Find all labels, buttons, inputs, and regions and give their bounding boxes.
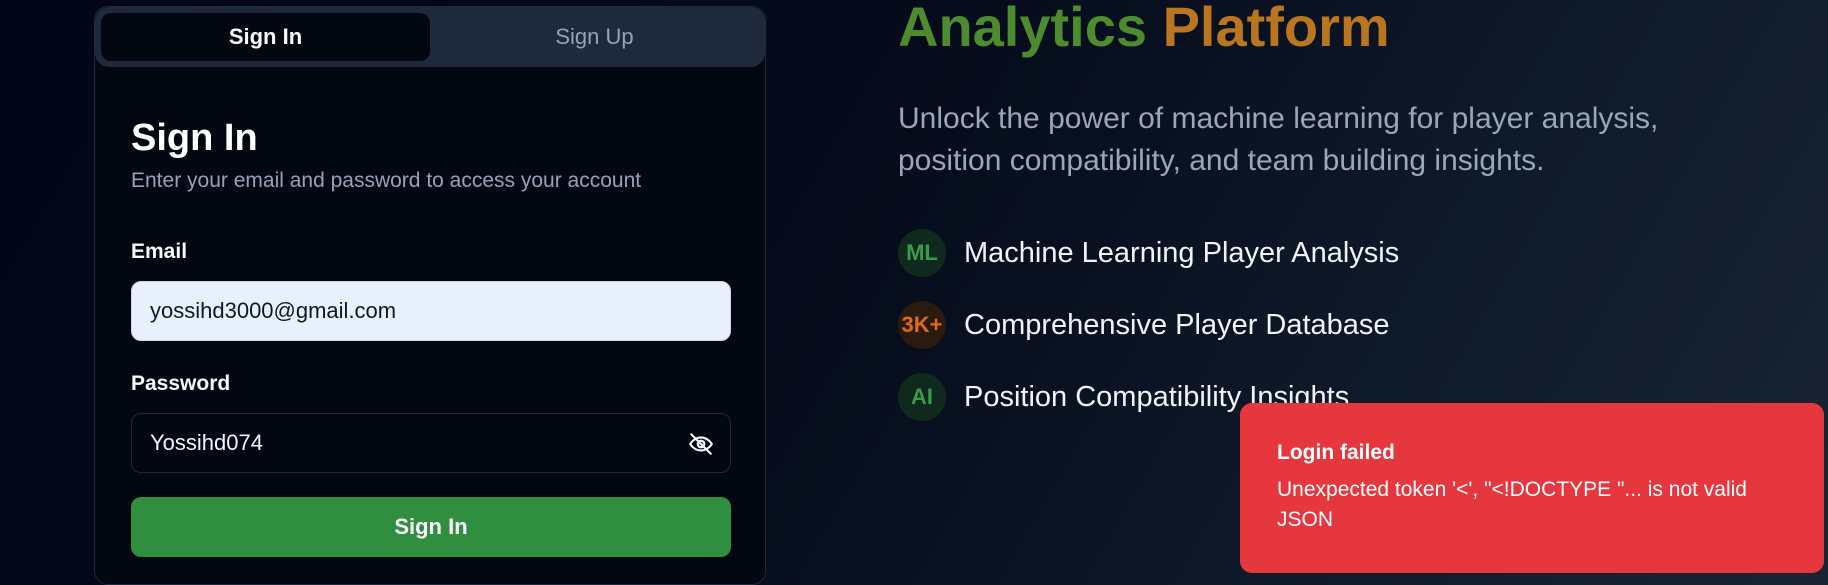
ai-badge-icon: AI [898, 373, 946, 421]
toast-message: Unexpected token '<', "<!DOCTYPE "... is… [1277, 478, 1747, 531]
email-input[interactable]: yossihd3000@gmail.com [131, 281, 731, 341]
ml-badge-icon: ML [898, 229, 946, 277]
auth-tabs: Sign In Sign Up [95, 7, 765, 67]
tab-sign-up[interactable]: Sign Up [430, 13, 759, 61]
feature-text: Machine Learning Player Analysis [964, 236, 1400, 269]
hero-title: Analytics Platform [898, 0, 1390, 59]
email-label: Email [131, 240, 188, 263]
password-input[interactable]: Yossihd074 [131, 413, 731, 473]
toast-title: Login failed [1277, 441, 1395, 464]
player-count-badge-icon: 3K+ [898, 301, 946, 349]
auth-card: Sign In Sign Up Sign In Enter your email… [94, 6, 766, 585]
sign-in-button[interactable]: Sign In [131, 497, 731, 557]
hero-title-analytics: Analytics [898, 0, 1147, 58]
feature-item: 3K+ Comprehensive Player Database [898, 300, 1390, 350]
feature-text: Comprehensive Player Database [964, 308, 1390, 341]
hero-title-platform: Platform [1162, 0, 1390, 58]
email-value: yossihd3000@gmail.com [150, 298, 397, 323]
card-title: Sign In [131, 117, 258, 159]
password-value: Yossihd074 [150, 430, 263, 455]
eye-off-icon[interactable] [688, 431, 714, 457]
feature-item: ML Machine Learning Player Analysis [898, 228, 1399, 278]
error-toast[interactable]: Login failed Unexpected token '<', "<!DO… [1240, 403, 1824, 573]
tab-sign-in[interactable]: Sign In [101, 13, 430, 61]
password-label: Password [131, 372, 231, 395]
hero-description: Unlock the power of machine learning for… [898, 102, 1659, 177]
card-subtitle: Enter your email and password to access … [131, 169, 642, 192]
